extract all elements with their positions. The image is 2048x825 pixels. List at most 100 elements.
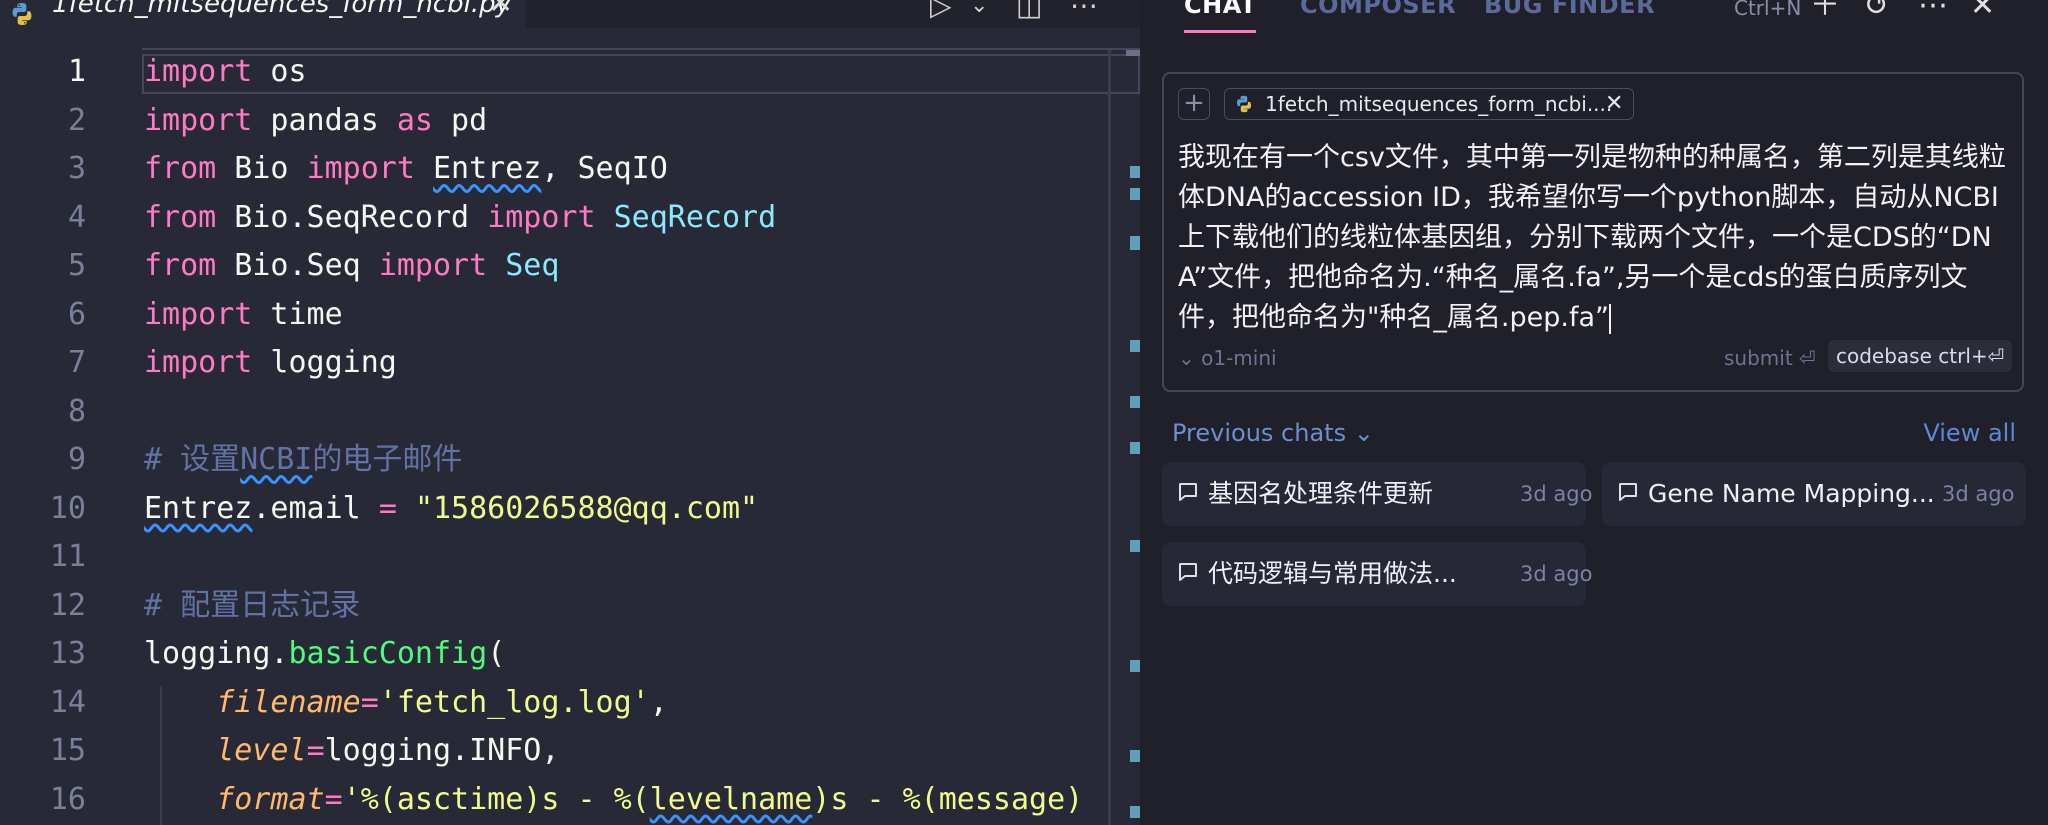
code-text: filename='fetch_log.log', (144, 679, 668, 727)
view-all-link[interactable]: View all (1923, 418, 2016, 448)
code-token: import (144, 296, 253, 332)
code-text: import time (144, 291, 343, 339)
history-icon[interactable]: ↺ (1864, 0, 1889, 22)
submit-button[interactable]: submit ⏎ (1724, 346, 1816, 370)
previous-chat-item[interactable]: Gene Name Mapping... 3d ago (1602, 462, 2026, 526)
code-token: pandas (252, 102, 397, 138)
more-actions-icon[interactable]: ⋯ (1070, 0, 1098, 22)
code-line[interactable]: 8 (0, 388, 1130, 436)
overview-marker (1130, 236, 1140, 250)
run-dropdown-chevron-icon[interactable]: ⌄ (970, 0, 988, 22)
overview-marker (1130, 188, 1140, 200)
code-line[interactable]: 16 format='%(asctime)s - %(levelname)s -… (0, 776, 1130, 824)
previous-chats-toggle[interactable]: Previous chats ⌄ (1172, 418, 1374, 448)
code-line[interactable]: 14 filename='fetch_log.log', (0, 679, 1130, 727)
code-line[interactable]: 12 # 配置日志记录 (0, 582, 1130, 630)
code-token: 'fetch_log.log' (378, 684, 650, 720)
new-chat-plus-icon[interactable]: ＋ (1810, 0, 1840, 22)
chevron-down-icon: ⌄ (1178, 346, 1195, 370)
code-text: Entrez.email = "1586026588@qq.com" (144, 485, 758, 533)
code-text: from Bio import Entrez, SeqIO (144, 145, 668, 193)
code-token: import (378, 248, 488, 283)
overview-marker (1130, 750, 1140, 762)
code-line[interactable]: 3 from Bio import Entrez, SeqIO (0, 145, 1130, 193)
code-token: import (306, 151, 415, 186)
tab-chat[interactable]: CHAT (1184, 0, 1257, 20)
code-token: )s - %(message) (812, 781, 1084, 817)
more-options-icon[interactable]: ⋯ (1918, 0, 1948, 22)
code-token: Entrez (144, 490, 253, 526)
code-token: format (216, 781, 325, 817)
code-line[interactable]: 13 logging.basicConfig( (0, 630, 1130, 678)
remove-context-icon[interactable]: ✕ (1605, 89, 1623, 119)
chat-time: 3d ago (1520, 482, 1593, 506)
code-line[interactable]: 11 (0, 533, 1130, 581)
editor-tab-title: 1fetch_mitsequences_form_ncbi.py (52, 0, 511, 19)
code-token: Entrez (433, 151, 542, 186)
code-line[interactable]: 10 Entrez.email = "1586026588@qq.com" (0, 485, 1130, 533)
context-file-name: 1fetch_mitsequences_form_ncbi.... (1265, 92, 1613, 116)
code-text: format='%(asctime)s - %(levelname)s - %(… (144, 776, 1083, 824)
tab-close-icon[interactable]: ✕ (488, 0, 513, 20)
code-token: SeqRecord (613, 199, 777, 235)
previous-chat-item[interactable]: 基因名处理条件更新 3d ago (1162, 462, 1592, 526)
scroll-thumb-marker (1126, 50, 1140, 56)
overview-marker (1130, 166, 1140, 178)
code-line[interactable]: 7 import logging (0, 339, 1130, 387)
python-file-icon (1235, 95, 1253, 117)
minimap-divider (1108, 50, 1111, 825)
code-token: ( (487, 636, 506, 671)
code-line[interactable]: 15 level=logging.INFO, (0, 727, 1130, 775)
chat-time: 3d ago (1520, 562, 1593, 586)
editor-tab-bar: 1fetch_mitsequences_form_ncbi.py ✕ ▷ ⌄ ◫… (0, 0, 1140, 28)
line-number: 10 (49, 490, 86, 526)
chat-title: 基因名处理条件更新 (1208, 479, 1434, 508)
code-token: = (324, 781, 343, 817)
text-caret (1609, 303, 1612, 334)
code-line[interactable]: 2 import pandas as pd (0, 97, 1130, 145)
active-tab-indicator (1184, 30, 1256, 33)
code-line[interactable]: 4 from Bio.SeqRecord import SeqRecord (0, 194, 1130, 242)
line-number: 9 (67, 442, 86, 477)
code-token: filename (216, 684, 361, 720)
split-editor-icon[interactable]: ◫ (1016, 0, 1042, 22)
add-context-button[interactable]: + (1178, 88, 1210, 120)
chat-prompt-text[interactable]: 我现在有一个csv文件，其中第一列是物种的种属名，第二列是其线粒体DNA的acc… (1178, 138, 2018, 338)
chat-time: 3d ago (1942, 482, 2015, 506)
code-token: 的电子邮件 (312, 442, 463, 477)
context-file-chip[interactable]: 1fetch_mitsequences_form_ncbi.... ✕ (1224, 88, 1634, 120)
code-token: # 配置日志记录 (144, 587, 361, 623)
code-token: logging (252, 345, 397, 380)
code-text: # 设置NCBI的电子邮件 (144, 436, 462, 484)
code-editor[interactable]: 1fetch_mitsequences_form_ncbi.py ✕ ▷ ⌄ ◫… (0, 0, 1140, 825)
code-token: basicConfig (288, 636, 488, 671)
tab-bug-finder[interactable]: BUG FINDER (1484, 0, 1655, 20)
chat-bubble-icon (1176, 560, 1200, 588)
code-token: from (144, 151, 217, 186)
previous-chats-label: Previous chats (1172, 419, 1347, 447)
code-token: "1586026588@qq.com" (414, 490, 759, 526)
code-line[interactable]: 5 from Bio.Seq import Seq (0, 242, 1130, 290)
code-line[interactable]: 9 # 设置NCBI的电子邮件 (0, 436, 1130, 484)
editor-scrollbar[interactable] (1112, 50, 1140, 825)
run-icon[interactable]: ▷ (930, 0, 952, 22)
previous-chat-item[interactable]: 代码逻辑与常用做法... 3d ago (1162, 542, 1592, 606)
line-number: 1 (67, 54, 86, 89)
code-text: from Bio.Seq import Seq (144, 242, 559, 290)
overview-marker (1130, 396, 1140, 408)
tab-composer[interactable]: COMPOSER (1300, 0, 1456, 20)
code-token: NCBI (240, 442, 313, 477)
chat-input-box[interactable]: + 1fetch_mitsequences_form_ncbi.... ✕ 我现… (1162, 72, 2024, 392)
code-line[interactable]: 1 import os (0, 48, 1130, 96)
code-token: import (144, 54, 253, 89)
chat-title: 代码逻辑与常用做法... (1208, 559, 1457, 588)
code-token: Seq (505, 248, 560, 283)
line-number: 12 (49, 587, 86, 623)
model-selector[interactable]: ⌄ o1-mini (1178, 346, 1277, 370)
editor-tab[interactable]: 1fetch_mitsequences_form_ncbi.py ✕ (0, 0, 526, 28)
overview-marker (1130, 442, 1140, 454)
code-line[interactable]: 6 import time (0, 291, 1130, 339)
codebase-button[interactable]: codebase ctrl+⏎ (1828, 340, 2013, 372)
close-panel-icon[interactable]: ✕ (1970, 0, 1995, 22)
